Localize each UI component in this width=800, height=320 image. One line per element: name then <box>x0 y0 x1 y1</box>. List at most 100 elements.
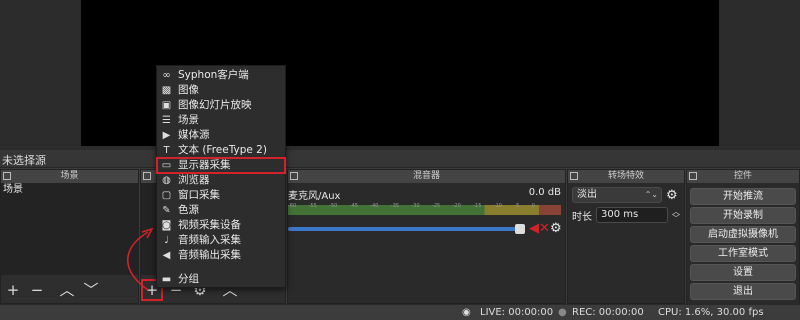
menu-item[interactable]: ▣ 图像幻灯片放映 <box>157 98 285 113</box>
vu-ticks: -60 -55 -50 -45 -40 -35 -30 -25 -20 -15 -10 -5 0 <box>288 203 535 211</box>
volume-fader-handle[interactable] <box>515 224 525 234</box>
menu-item[interactable]: ◍ 浏览器 <box>157 173 285 188</box>
float-icon[interactable] <box>3 172 11 180</box>
menu-item-label: 音频输入采集 <box>178 234 241 246</box>
gear-icon[interactable]: ⚙ <box>666 188 678 203</box>
transition-select[interactable]: 淡出 ⌃⌄ <box>572 187 662 203</box>
link-icon: ∞ <box>162 70 171 81</box>
float-icon[interactable] <box>290 172 298 180</box>
vu-tick-label: -50 <box>329 203 338 209</box>
menu-item-label: 分组 <box>178 273 199 285</box>
text-icon: T <box>163 145 170 156</box>
transitions-dock: 转场特效 淡出 ⌃⌄ ⚙ 时长 300 ms ︿ ﹀ <box>567 169 685 304</box>
vu-tick-label: 0 <box>531 203 535 209</box>
scene-list: 场景 <box>1 183 138 275</box>
rec-status: REC: 00:00:00 <box>572 307 644 318</box>
mixer-dock: 混音器 麦克风/Aux 0.0 dB -60 -55 -50 -45 -40 -35 -30… <box>287 169 566 304</box>
vu-tick-label: -40 <box>370 203 379 209</box>
add-source-menu: ∞ Syphon客户端 ▩ 图像 ▣ 图像幻灯片放映 ☰ 场景 ▶ 媒体源 T 文本 (FreeTyp… <box>156 65 286 288</box>
start-streaming-button[interactable]: 开始推流 <box>690 188 796 205</box>
folder-icon: ▬ <box>161 274 172 285</box>
mixer-level: 0.0 dB <box>528 187 561 198</box>
stepper-icon[interactable]: ︿ ﹀ <box>672 208 680 223</box>
cpu-status: CPU: 1.6%, 30.00 fps <box>658 307 764 318</box>
mic-icon: ♩ <box>164 235 169 246</box>
menu-item-label: 图像 <box>178 84 199 96</box>
duration-input[interactable]: 300 ms <box>596 207 668 223</box>
mute-speaker-icon[interactable]: ◀✕ <box>529 221 550 236</box>
status-line: 未选择源 <box>0 150 800 168</box>
menu-item-label: 媒体源 <box>178 129 210 141</box>
transitions-dock-title: 转场特效 <box>568 170 684 183</box>
duration-label: 时长 <box>572 211 592 223</box>
float-icon[interactable] <box>143 172 151 180</box>
scenes-dock-title: 场景 <box>1 170 138 183</box>
vu-tick-label: -15 <box>473 203 482 209</box>
menu-item-label: 图像幻灯片放映 <box>178 99 252 111</box>
volume-fader-track[interactable] <box>288 227 524 231</box>
brush-icon: ✎ <box>162 205 171 216</box>
menu-item-label: Syphon客户端 <box>178 69 249 81</box>
vu-tick-label: -35 <box>390 203 400 209</box>
rec-icon: ● <box>558 307 567 318</box>
menu-item[interactable]: ▬ 分组 <box>157 272 285 287</box>
chevron-updown-icon: ⌃⌄ <box>644 190 658 199</box>
menu-item[interactable]: T 文本 (FreeType 2) <box>157 143 285 158</box>
globe-icon: ◍ <box>162 175 171 186</box>
menu-item[interactable]: ▢ 窗口采集 <box>157 188 285 203</box>
status-text: 未选择源 <box>2 154 46 167</box>
play-icon: ▶ <box>162 130 171 141</box>
slideshow-icon: ▣ <box>161 100 172 111</box>
vu-tick-label: -45 <box>349 203 358 209</box>
vu-tick-label: -60 <box>288 203 297 209</box>
exit-button[interactable]: 退出 <box>690 283 796 300</box>
float-icon[interactable] <box>570 172 578 180</box>
settings-button[interactable]: 设置 <box>690 264 796 281</box>
move-up-icon[interactable]: ︿ <box>57 280 77 300</box>
menu-item-label: 显示器采集 <box>178 159 231 171</box>
controls-dock-title: 控件 <box>687 170 799 183</box>
status-bar: ◉ LIVE: 00:00:00 ● REC: 00:00:00 CPU: 1.… <box>0 304 800 320</box>
float-icon[interactable] <box>689 172 697 180</box>
monitor-icon: ▭ <box>161 160 172 171</box>
add-scene-icon[interactable]: + <box>3 280 23 300</box>
menu-item[interactable]: ∞ Syphon客户端 <box>157 68 285 83</box>
scenes-toolbar: + − ︿ ﹀ <box>1 277 138 303</box>
menu-item[interactable]: ◙ 视频采集设备 <box>157 218 285 233</box>
menu-item[interactable]: ▶ 媒体源 <box>157 128 285 143</box>
start-virtual-camera-button[interactable]: 启动虚拟摄像机 <box>690 226 796 243</box>
start-recording-button[interactable]: 开始录制 <box>690 207 796 224</box>
menu-item[interactable]: ◀ 音频输出采集 <box>157 248 285 263</box>
vu-tick-label: -30 <box>411 203 420 209</box>
menu-item-label: 色源 <box>178 204 199 216</box>
mixer-dock-title: 混音器 <box>288 170 565 183</box>
vu-tick-label: -20 <box>452 203 461 209</box>
menu-item-label: 视频采集设备 <box>178 219 241 231</box>
preview-area <box>0 0 800 152</box>
live-status: LIVE: 00:00:00 <box>480 307 554 318</box>
vu-tick-label: -10 <box>493 203 502 209</box>
camera-icon: ◙ <box>161 220 172 231</box>
menu-item[interactable]: ☰ 场景 <box>157 113 285 128</box>
menu-item-label: 文本 (FreeType 2) <box>178 144 267 156</box>
menu-item-label: 场景 <box>178 114 199 126</box>
live-icon: ◉ <box>462 307 471 318</box>
move-down-icon[interactable]: ﹀ <box>81 280 101 300</box>
menu-item-label: 窗口采集 <box>178 189 220 201</box>
menu-item[interactable]: ▩ 图像 <box>157 83 285 98</box>
scenes-dock: 场景 场景 + − ︿ ﹀ <box>0 169 139 304</box>
menu-item[interactable]: ♩ 音频输入采集 <box>157 233 285 248</box>
studio-mode-button[interactable]: 工作室模式 <box>690 245 796 262</box>
menu-item[interactable]: ✎ 色源 <box>157 203 285 218</box>
speaker-icon: ◀ <box>162 250 171 261</box>
menu-item-label: 浏览器 <box>178 174 210 186</box>
controls-body: 开始推流 开始录制 启动虚拟摄像机 工作室模式 设置 退出 <box>687 183 799 304</box>
gear-icon[interactable]: ⚙ <box>550 221 562 236</box>
scene-item[interactable]: 场景 <box>1 183 138 197</box>
remove-scene-icon[interactable]: − <box>27 280 47 300</box>
menu-item[interactable]: ▭ 显示器采集 <box>156 157 286 174</box>
list-icon: ☰ <box>162 115 171 126</box>
menu-item-label: 音频输出采集 <box>178 249 241 261</box>
vu-tick-label: -5 <box>514 203 520 209</box>
controls-dock: 控件 开始推流 开始录制 启动虚拟摄像机 工作室模式 设置 退出 <box>686 169 800 304</box>
